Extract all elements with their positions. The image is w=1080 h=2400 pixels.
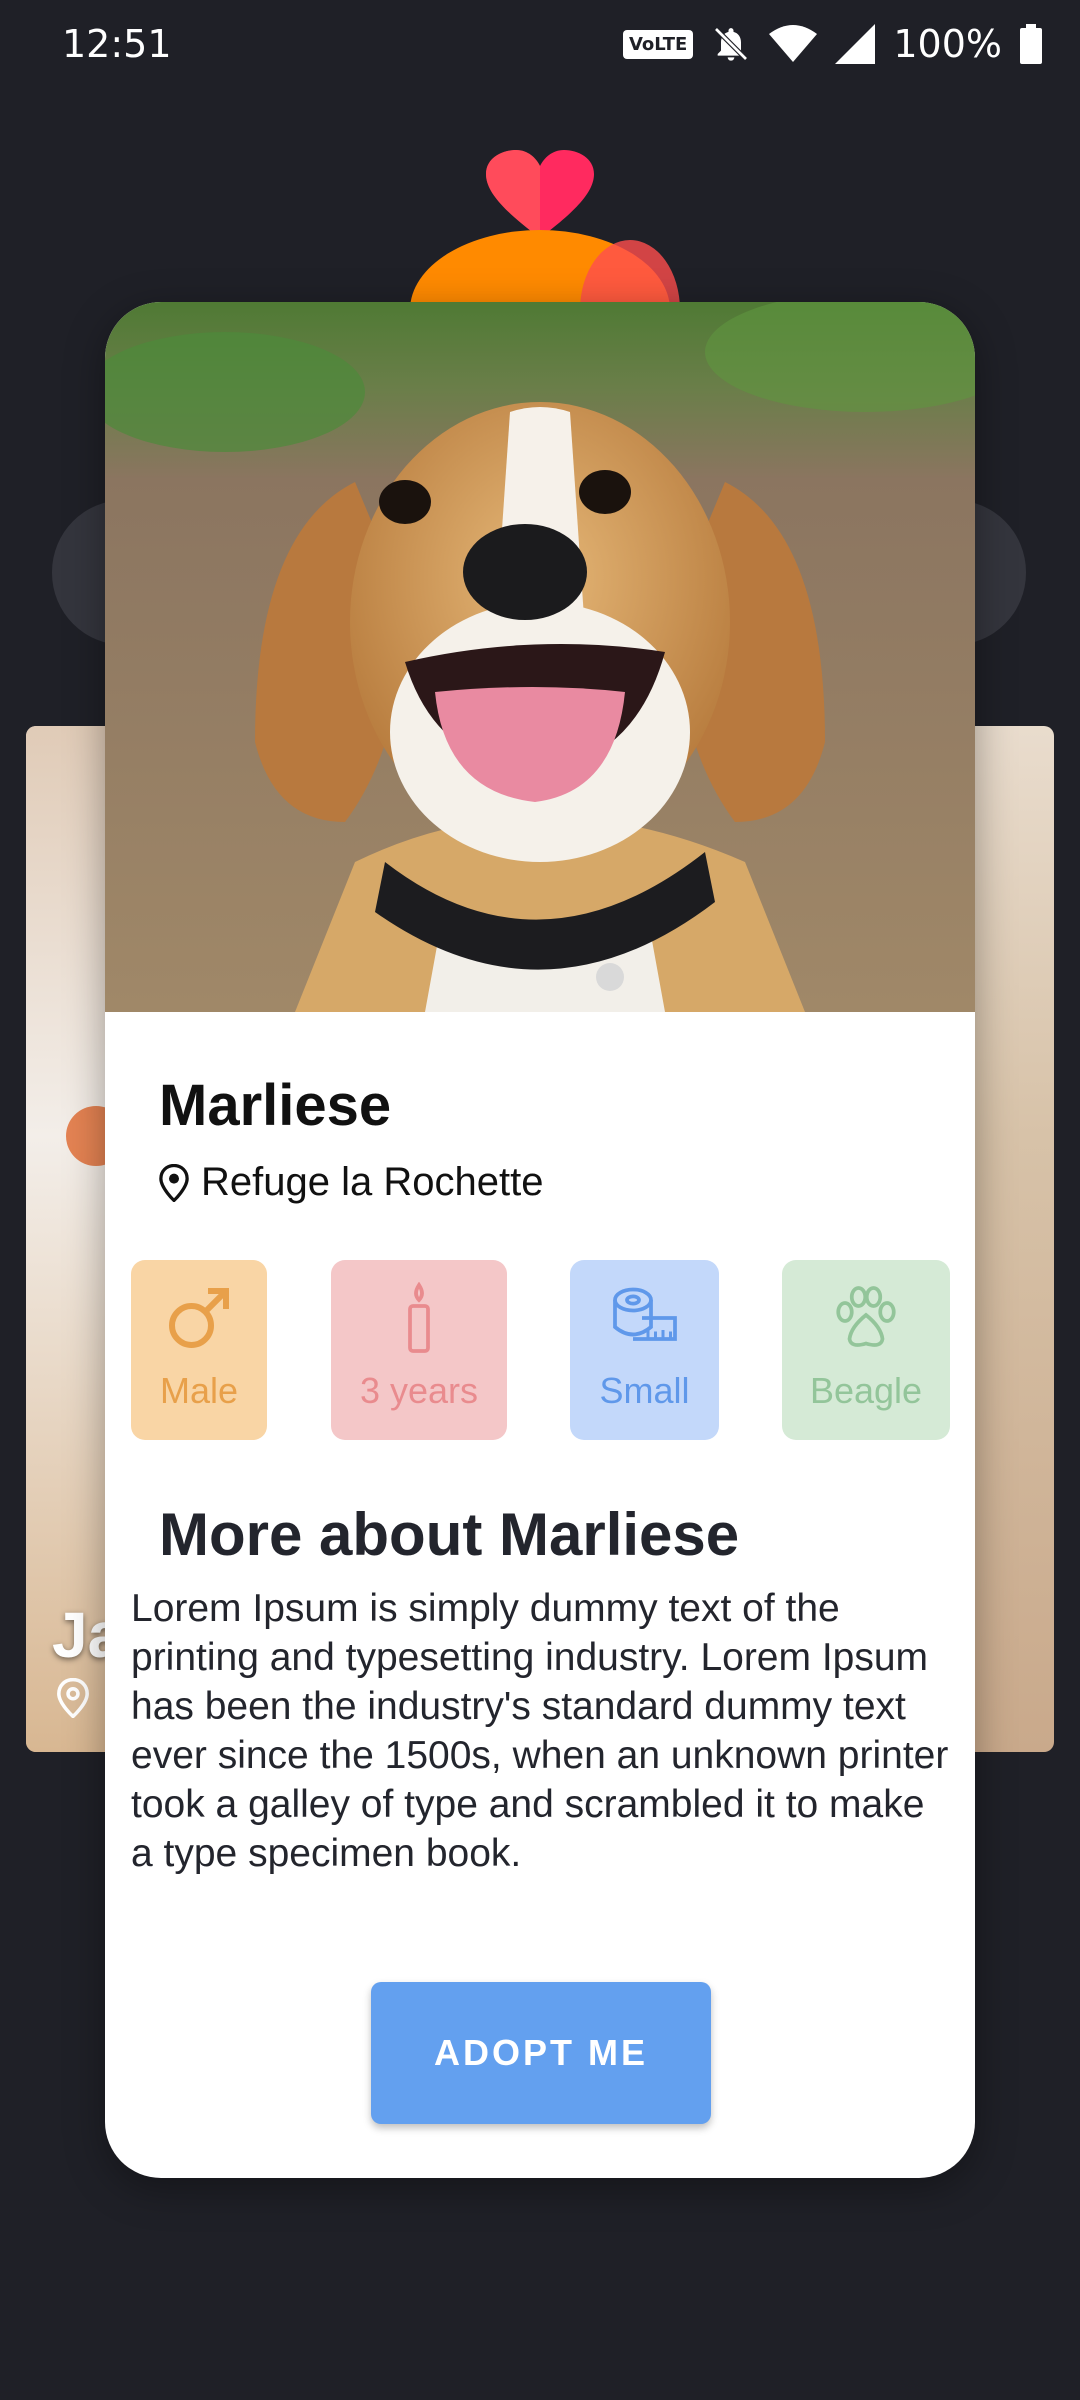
male-symbol-icon [169, 1288, 229, 1348]
size-label: Small [599, 1370, 690, 1411]
signal-icon [835, 24, 876, 64]
pet-photo [105, 302, 975, 1012]
volte-badge: VoLTE [622, 29, 694, 59]
about-description: Lorem Ipsum is simply dummy text of the … [131, 1587, 949, 1875]
about-title: More about Marliese [159, 1501, 740, 1568]
adopt-me-button[interactable]: ADOPT ME [371, 1982, 711, 2124]
status-time: 12:51 [62, 22, 172, 66]
paw-icon [836, 1286, 896, 1347]
tape-measure-icon [612, 1287, 677, 1341]
status-icons: VoLTE 100% [622, 18, 1042, 70]
gender-tile: Male [131, 1260, 267, 1440]
status-bar: 12:51 VoLTE 100% [0, 0, 1080, 90]
app-logo [410, 150, 680, 310]
pet-detail-modal: Marliese Refuge la Rochette Male 3 years [105, 302, 975, 2178]
age-tile: 3 years [331, 1260, 507, 1440]
gender-label: Male [159, 1370, 239, 1411]
location-label: Refuge la Rochette [201, 1160, 544, 1204]
battery-percent: 100% [893, 22, 1002, 66]
pet-location: Refuge la Rochette [159, 1160, 543, 1205]
size-tile: Small [570, 1260, 719, 1440]
battery-icon [1020, 24, 1042, 64]
wifi-icon [769, 25, 818, 62]
breed-label: Beagle [809, 1370, 923, 1411]
breed-tile: Beagle [782, 1260, 950, 1440]
bell-off-icon [714, 27, 749, 61]
map-pin-icon [57, 1678, 89, 1718]
map-pin-icon [159, 1163, 189, 1202]
age-label: 3 years [359, 1370, 479, 1411]
candle-icon [408, 1282, 430, 1353]
pet-name: Marliese [159, 1073, 392, 1138]
